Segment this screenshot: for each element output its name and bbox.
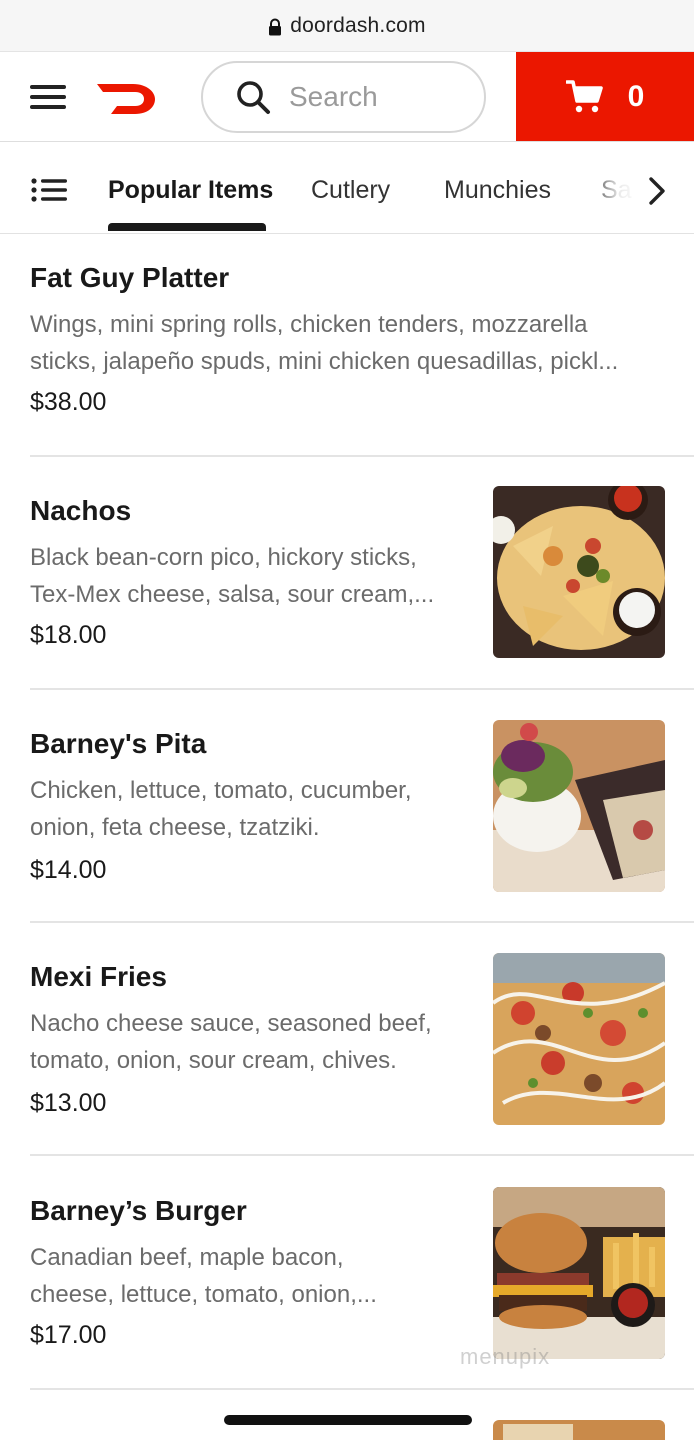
app-header: 0 (0, 52, 694, 142)
item-name: Barney's Pita (30, 728, 207, 759)
category-tabs: Popular Items Cutlery Munchies Sa (0, 142, 694, 234)
item-description: Nacho cheese sauce, seasoned beef, tomat… (30, 1005, 475, 1079)
tab-munchies[interactable]: Munchies (444, 176, 551, 205)
item-price: $38.00 (30, 388, 107, 416)
item-description-line: onion, feta cheese, tzatziki. (30, 814, 320, 841)
home-indicator[interactable] (224, 1415, 472, 1425)
item-name: Nachos (30, 495, 132, 526)
item-description-line: sticks, jalapeño spuds, mini chicken que… (30, 348, 619, 375)
browser-url-bar[interactable]: doordash.com (0, 0, 694, 52)
tabs-fade (588, 142, 694, 233)
divider (30, 1154, 694, 1156)
tab-popular-items[interactable]: Popular Items (108, 176, 273, 205)
item-description: Chicken, lettuce, tomato, cucumber, onio… (30, 772, 475, 846)
chevron-right-icon[interactable] (646, 176, 668, 206)
next-item-photo[interactable] (493, 1420, 665, 1440)
search-input[interactable] (289, 81, 459, 113)
item-description-line: Tex-Mex cheese, salsa, sour cream,... (30, 581, 435, 608)
category-list-icon[interactable] (31, 178, 67, 202)
item-description-line: Black bean-corn pico, hickory sticks, (30, 544, 417, 571)
doordash-logo-icon[interactable] (95, 80, 157, 116)
search-icon (237, 81, 270, 114)
tab-cutlery[interactable]: Cutlery (311, 176, 390, 205)
pita-photo[interactable] (493, 720, 665, 892)
item-description-line: cheese, lettuce, tomato, onion,... (30, 1281, 377, 1308)
search-field[interactable] (201, 61, 486, 133)
nachos-photo[interactable] (493, 486, 665, 658)
divider (30, 455, 694, 457)
watermark-text: menupix (460, 1344, 551, 1369)
item-price: $18.00 (30, 621, 107, 649)
item-name: Barney’s Burger (30, 1195, 247, 1226)
item-price: $14.00 (30, 856, 107, 884)
item-description-line: tomato, onion, sour cream, chives. (30, 1047, 397, 1074)
divider (30, 1388, 694, 1390)
url-domain: doordash.com (290, 13, 426, 37)
item-name: Mexi Fries (30, 961, 167, 992)
menu-item[interactable]: Fat Guy Platter Wings, mini spring rolls… (30, 262, 694, 422)
item-description-line: Nacho cheese sauce, seasoned beef, (30, 1010, 432, 1037)
fries-photo[interactable] (493, 953, 665, 1125)
divider (30, 921, 694, 923)
item-description: Canadian beef, maple bacon, cheese, lett… (30, 1239, 475, 1313)
item-price: $13.00 (30, 1089, 107, 1117)
cart-icon (565, 79, 603, 112)
item-name: Fat Guy Platter (30, 262, 230, 293)
lock-icon (269, 18, 282, 35)
divider (30, 688, 694, 690)
item-description-line: Canadian beef, maple bacon, (30, 1244, 344, 1271)
item-description-line: Chicken, lettuce, tomato, cucumber, (30, 777, 412, 804)
burger-photo[interactable] (493, 1187, 665, 1359)
item-price: $17.00 (30, 1321, 107, 1349)
item-description-line: Wings, mini spring rolls, chicken tender… (30, 311, 588, 338)
item-description: Wings, mini spring rolls, chicken tender… (30, 306, 670, 380)
cart-button[interactable]: 0 (516, 52, 694, 141)
item-description: Black bean-corn pico, hickory sticks, Te… (30, 539, 475, 613)
active-tab-indicator (108, 223, 266, 231)
cart-count: 0 (627, 79, 645, 113)
menu-icon[interactable] (30, 85, 66, 109)
